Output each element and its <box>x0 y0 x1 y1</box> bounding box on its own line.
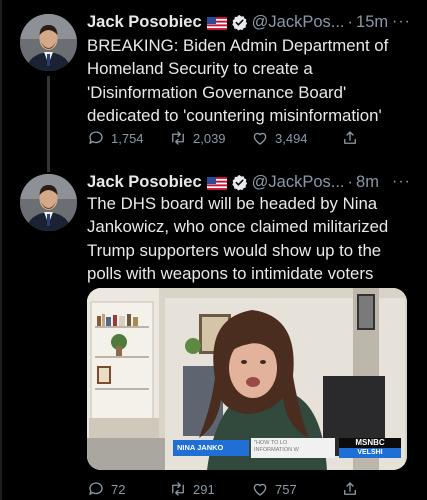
separator-dot: · <box>347 172 354 191</box>
verified-badge-icon <box>231 174 248 191</box>
more-icon[interactable]: ··· <box>392 13 417 31</box>
more-icon[interactable]: ··· <box>392 173 417 191</box>
tweet-timestamp[interactable]: 8m <box>356 173 379 192</box>
author-name[interactable]: Jack Posobiec <box>87 173 202 192</box>
reply-count: 72 <box>111 481 126 497</box>
like-count: 3,494 <box>275 130 308 146</box>
us-flag-icon <box>206 16 227 30</box>
msnbc-logo: MSNBC <box>339 438 401 448</box>
show-name-badge: VELSHI <box>339 448 401 458</box>
retweet-count: 291 <box>193 481 215 497</box>
like-button[interactable]: 757 <box>251 480 341 498</box>
retweet-button[interactable]: 2,039 <box>169 129 251 147</box>
share-icon <box>344 131 356 144</box>
reply-icon <box>89 131 103 144</box>
us-flag-icon <box>206 176 227 190</box>
share-icon <box>344 482 356 495</box>
author-handle[interactable]: @JackPos... <box>252 13 345 32</box>
heart-icon <box>253 483 267 496</box>
retweet-button[interactable]: 291 <box>169 480 251 498</box>
tweet[interactable]: Jack Posobiec @JackPos... · 8m ··· The D… <box>0 166 427 500</box>
tweet-actions: 72 291 757 <box>87 478 387 500</box>
author-handle[interactable]: @JackPos... <box>252 173 345 192</box>
avatar[interactable] <box>20 14 77 71</box>
share-button[interactable] <box>341 129 365 147</box>
tweet-header: Jack Posobiec @JackPos... · 8m ··· <box>87 170 417 194</box>
tweet[interactable]: Jack Posobiec @JackPos... · 15m ··· BREA… <box>0 0 427 172</box>
tweet-text: BREAKING: Biden Admin Department of Home… <box>87 36 389 126</box>
news-lower-third: NINA JANKO "HOW TO LO INFORMATION W MSNB… <box>87 437 407 461</box>
separator-dot: · <box>347 12 354 31</box>
lower-third-topic: "HOW TO LO INFORMATION W <box>251 438 335 458</box>
tweet-timestamp[interactable]: 15m <box>356 13 388 32</box>
like-count: 757 <box>275 481 297 497</box>
reply-count: 1,754 <box>111 130 144 146</box>
share-button[interactable] <box>341 480 365 498</box>
thread-connector-line <box>47 76 50 172</box>
reply-button[interactable]: 1,754 <box>87 129 169 147</box>
retweet-count: 2,039 <box>193 130 226 146</box>
tweet-actions: 1,754 2,039 3,494 <box>87 127 387 149</box>
verified-badge-icon <box>231 14 248 31</box>
like-button[interactable]: 3,494 <box>251 129 341 147</box>
heart-icon <box>253 132 267 145</box>
reply-icon <box>89 482 103 495</box>
reply-button[interactable]: 72 <box>87 480 169 498</box>
lower-third-name: NINA JANKO <box>173 440 249 456</box>
retweet-icon <box>172 131 184 145</box>
retweet-icon <box>172 482 184 496</box>
author-name[interactable]: Jack Posobiec <box>87 13 202 32</box>
avatar[interactable] <box>20 174 77 231</box>
tweet-header: Jack Posobiec @JackPos... · 15m ··· <box>87 10 417 34</box>
tweet-text: The DHS board will be headed by Nina Jan… <box>87 194 389 284</box>
